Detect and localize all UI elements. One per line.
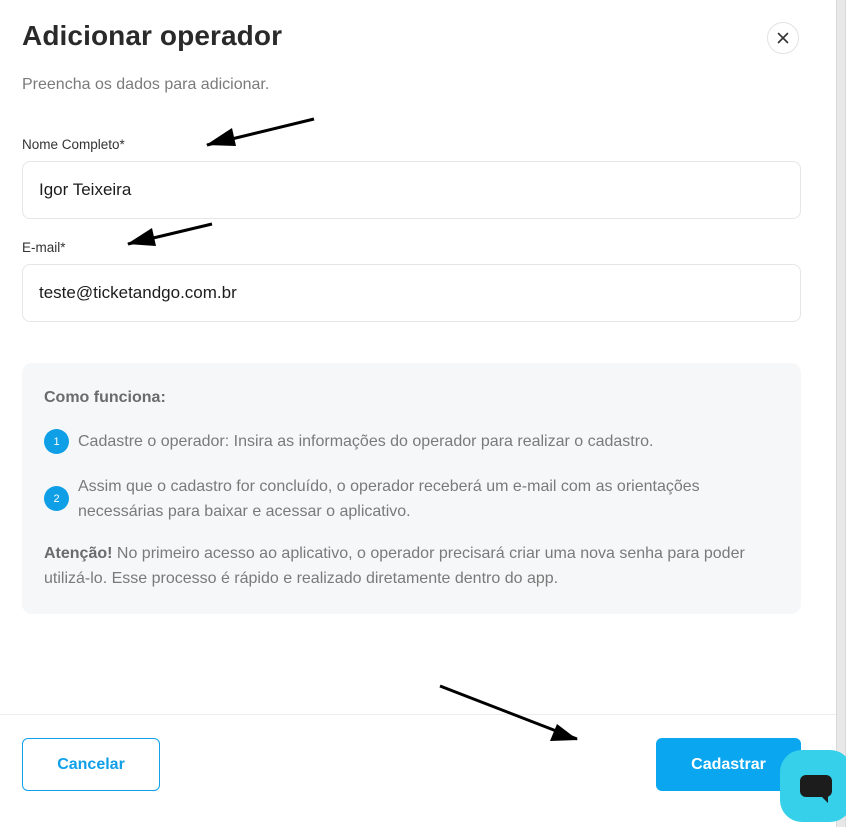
modal-subtitle: Preencha os dados para adicionar. bbox=[22, 76, 270, 93]
scrollbar[interactable] bbox=[836, 0, 846, 827]
footer-divider bbox=[0, 714, 836, 715]
email-input[interactable] bbox=[39, 283, 784, 303]
attention-note: Atenção! No primeiro acesso ao aplicativ… bbox=[44, 541, 784, 591]
add-operator-modal: Adicionar operador Preencha os dados par… bbox=[0, 0, 836, 827]
step-number-badge: 2 bbox=[44, 486, 69, 511]
modal-title: Adicionar operador bbox=[22, 20, 283, 51]
step-item: 1 Cadastre o operador: Insira as informa… bbox=[44, 429, 788, 454]
scrollbar-thumb[interactable] bbox=[837, 0, 845, 827]
chat-button[interactable] bbox=[780, 750, 846, 822]
how-it-works-panel: Como funciona: 1 Cadastre o operador: In… bbox=[22, 363, 801, 614]
step-item: 2 Assim que o cadastro for concluído, o … bbox=[44, 474, 788, 524]
attention-text: No primeiro acesso ao aplicativo, o oper… bbox=[44, 545, 745, 587]
close-icon bbox=[777, 32, 789, 44]
name-field-container bbox=[22, 161, 801, 219]
attention-label: Atenção! bbox=[44, 545, 113, 562]
name-label: Nome Completo* bbox=[22, 137, 125, 152]
close-button[interactable] bbox=[767, 22, 799, 54]
step-number-badge: 1 bbox=[44, 429, 69, 454]
step-text: Cadastre o operador: Insira as informaçõ… bbox=[78, 433, 654, 450]
name-input[interactable] bbox=[39, 180, 784, 200]
step-text: Assim que o cadastro for concluído, o op… bbox=[78, 478, 700, 520]
email-field-container bbox=[22, 264, 801, 322]
email-label: E-mail* bbox=[22, 240, 66, 255]
cancel-button[interactable]: Cancelar bbox=[22, 738, 160, 791]
chat-icon bbox=[800, 775, 832, 803]
how-it-works-heading: Como funciona: bbox=[44, 389, 166, 406]
